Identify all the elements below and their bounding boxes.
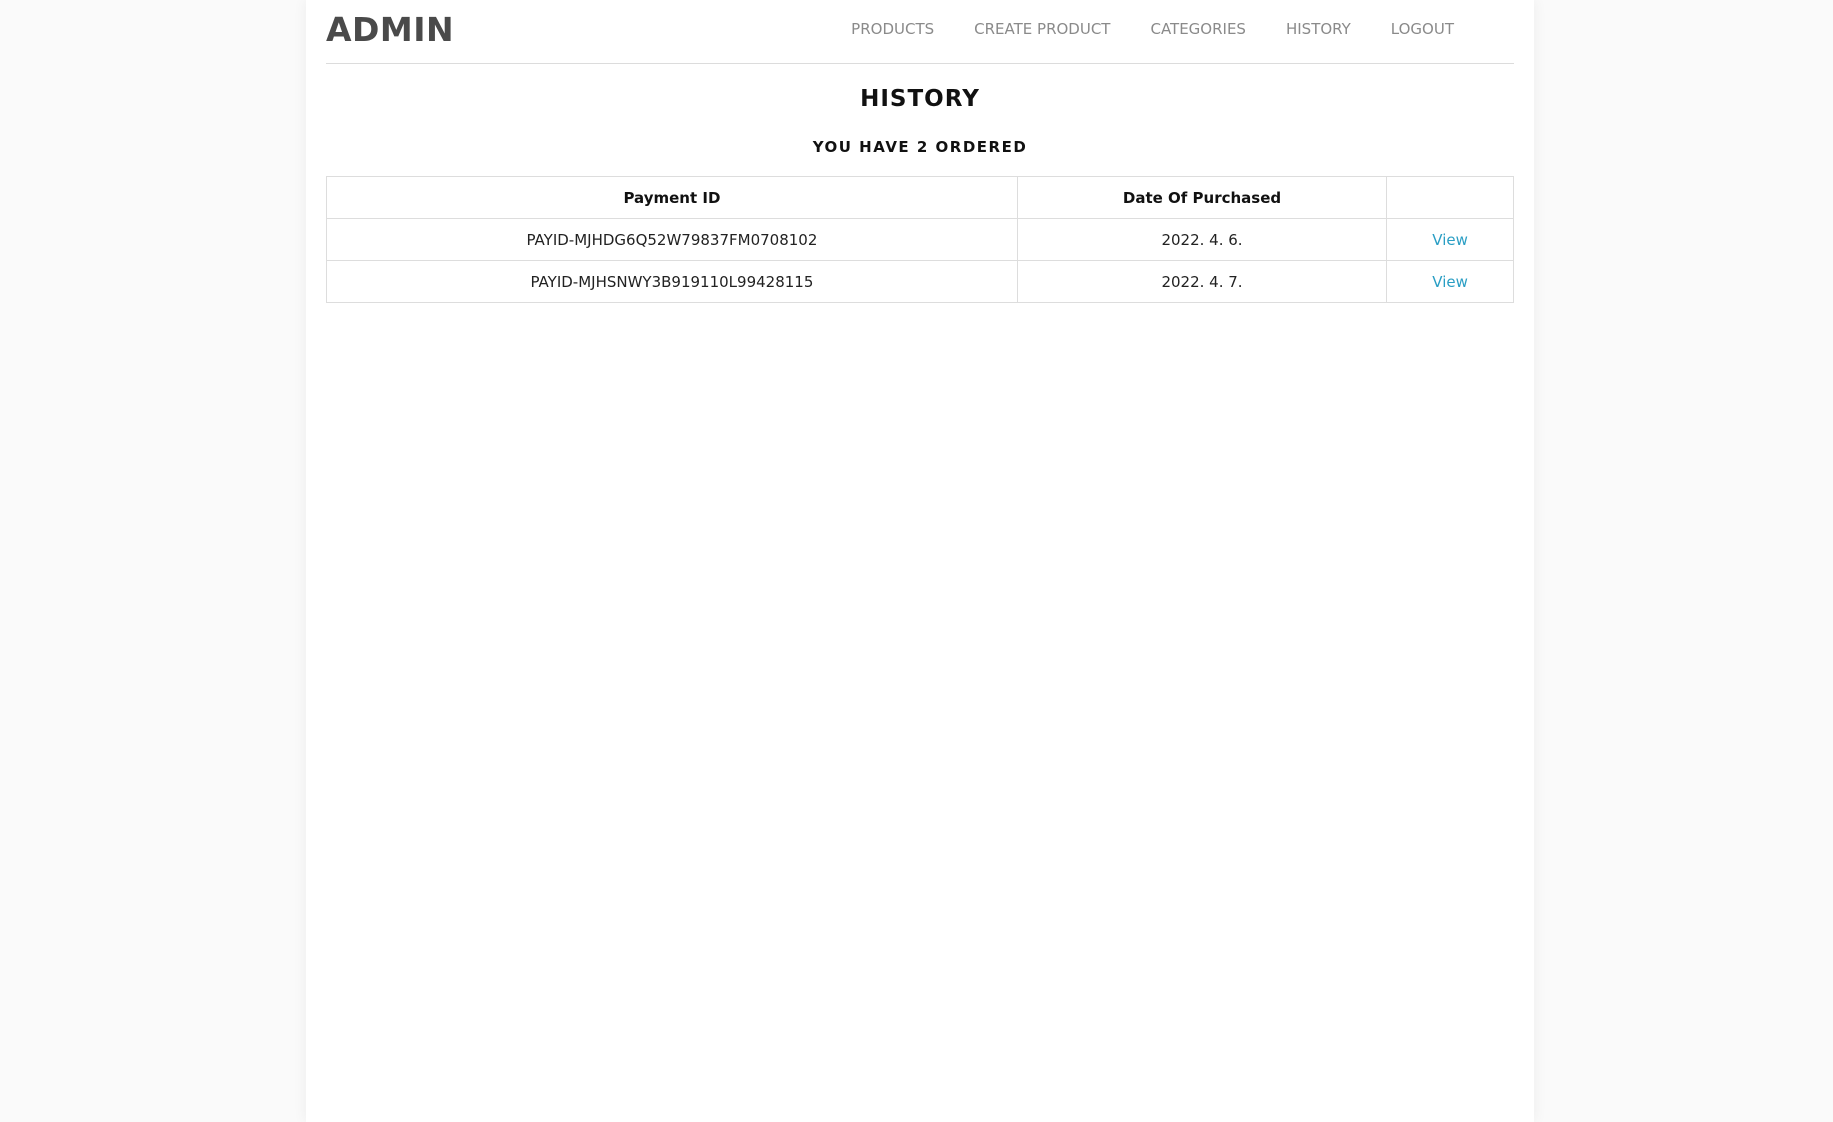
nav-products[interactable]: PRODUCTS bbox=[851, 20, 934, 38]
date-cell: 2022. 4. 7. bbox=[1016, 260, 1388, 303]
column-header-payment-id: Payment ID bbox=[326, 176, 1018, 219]
nav-categories[interactable]: CATEGORIES bbox=[1150, 20, 1246, 38]
date-cell: 2022. 4. 6. bbox=[1016, 218, 1388, 261]
nav-history[interactable]: HISTORY bbox=[1286, 20, 1351, 38]
table-row: PAYID-MJHDG6Q52W79837FM0708102 2022. 4. … bbox=[326, 218, 1514, 261]
nav-logout[interactable]: LOGOUT bbox=[1391, 20, 1454, 38]
column-header-date: Date Of Purchased bbox=[1016, 176, 1388, 219]
header-row: Payment ID Date Of Purchased bbox=[326, 176, 1514, 219]
page-container: ADMIN PRODUCTS CREATE PRODUCT CATEGORIES… bbox=[306, 0, 1534, 1122]
column-header-action bbox=[1386, 176, 1514, 219]
page-title: HISTORY bbox=[860, 86, 980, 112]
payment-id-cell: PAYID-MJHSNWY3B919110L99428115 bbox=[326, 260, 1018, 303]
history-table: Payment ID Date Of Purchased PAYID-MJHDG… bbox=[326, 176, 1514, 303]
payment-id-cell: PAYID-MJHDG6Q52W79837FM0708102 bbox=[326, 218, 1018, 261]
header: ADMIN PRODUCTS CREATE PRODUCT CATEGORIES… bbox=[326, 0, 1514, 64]
content-wrapper: ADMIN PRODUCTS CREATE PRODUCT CATEGORIES… bbox=[326, 0, 1514, 303]
view-link[interactable]: View bbox=[1432, 231, 1468, 249]
action-cell: View bbox=[1386, 218, 1514, 261]
main-nav: PRODUCTS CREATE PRODUCT CATEGORIES HISTO… bbox=[851, 0, 1454, 58]
view-link[interactable]: View bbox=[1432, 273, 1468, 291]
table-body: PAYID-MJHDG6Q52W79837FM0708102 2022. 4. … bbox=[326, 218, 1514, 303]
action-cell: View bbox=[1386, 260, 1514, 303]
nav-create-product[interactable]: CREATE PRODUCT bbox=[974, 20, 1110, 38]
table-header: Payment ID Date Of Purchased bbox=[326, 176, 1514, 219]
brand-logo[interactable]: ADMIN bbox=[326, 10, 454, 50]
order-count: YOU HAVE 2 ORDERED bbox=[812, 138, 1028, 156]
table-row: PAYID-MJHSNWY3B919110L99428115 2022. 4. … bbox=[326, 260, 1514, 303]
